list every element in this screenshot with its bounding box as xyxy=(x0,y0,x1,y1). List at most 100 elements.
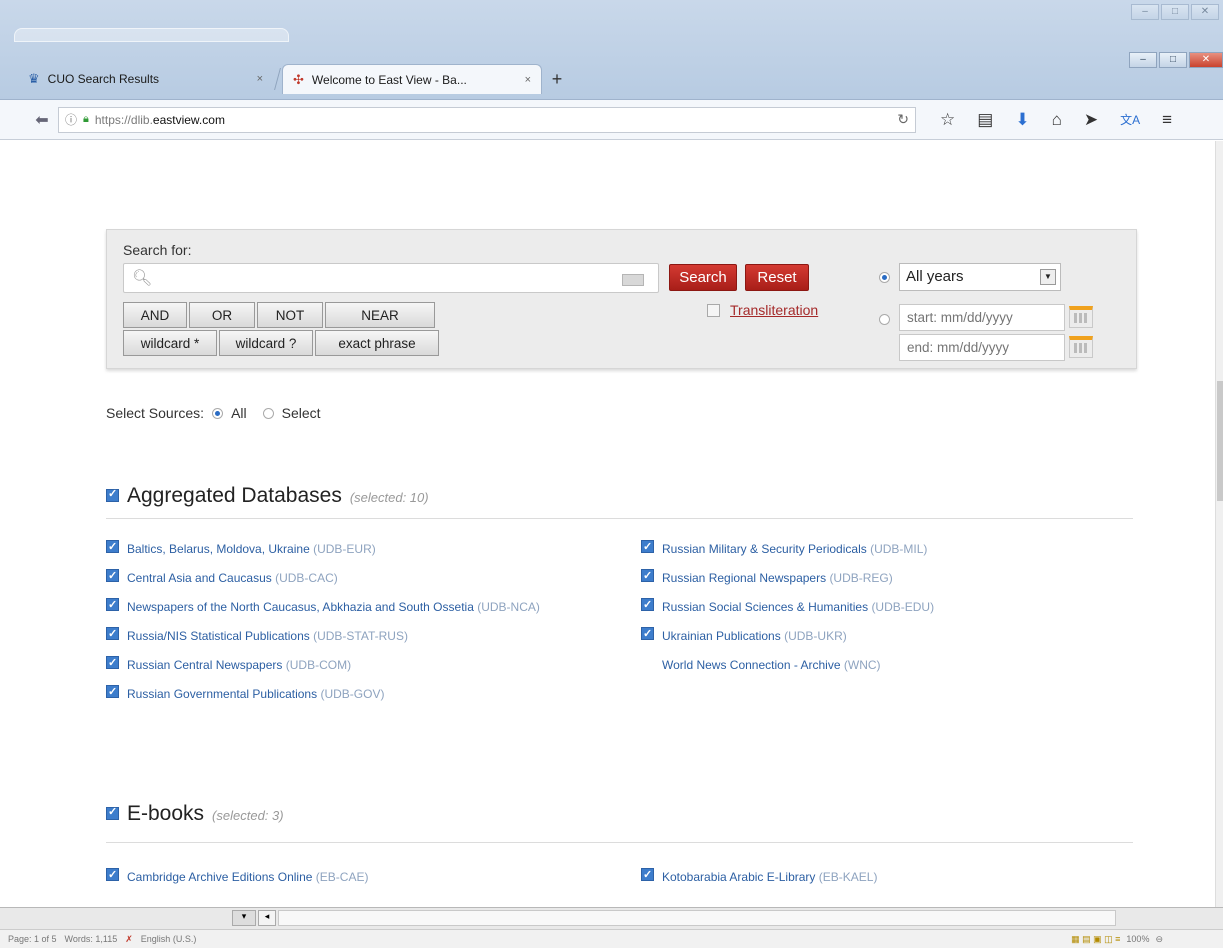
database-name[interactable]: Kotobarabia Arabic E-Library xyxy=(662,870,815,884)
not-button[interactable]: NOT xyxy=(257,302,323,328)
database-item[interactable]: Baltics, Belarus, Moldova, Ukraine (UDB-… xyxy=(106,538,576,558)
database-name[interactable]: Russia/NIS Statistical Publications xyxy=(127,629,310,643)
database-checkbox[interactable] xyxy=(641,625,654,643)
transliteration-option[interactable]: Transliteration xyxy=(707,302,818,318)
database-checkbox[interactable] xyxy=(641,567,654,585)
all-years-radio[interactable] xyxy=(879,272,890,283)
database-checkbox[interactable] xyxy=(641,866,654,884)
virtual-keyboard-icon[interactable] xyxy=(622,274,644,286)
minimize-button[interactable]: – xyxy=(1129,52,1157,68)
calendar-icon[interactable] xyxy=(1069,306,1093,328)
close-window-button[interactable]: ✕ xyxy=(1189,52,1223,68)
background-window-tab xyxy=(14,28,289,42)
database-name[interactable]: Russian Governmental Publications xyxy=(127,687,317,701)
database-item[interactable]: Kotobarabia Arabic E-Library (EB-KAEL) xyxy=(641,866,1111,886)
maximize-button[interactable]: □ xyxy=(1159,52,1187,68)
database-item[interactable]: Russian Central Newspapers (UDB-COM) xyxy=(106,654,576,674)
database-item[interactable]: Russian Regional Newspapers (UDB-REG) xyxy=(641,567,1111,587)
reading-list-icon[interactable]: ▤ xyxy=(977,110,993,130)
send-icon[interactable]: ➤ xyxy=(1084,110,1098,130)
new-tab-button[interactable]: + xyxy=(542,64,572,94)
database-code: (WNC) xyxy=(843,658,881,672)
and-button[interactable]: AND xyxy=(123,302,187,328)
database-checkbox[interactable] xyxy=(106,683,119,701)
database-item[interactable]: Ukrainian Publications (UDB-UKR) xyxy=(641,625,1111,645)
zoom-out-button[interactable]: ⊖ xyxy=(1155,934,1163,945)
section-checkbox[interactable] xyxy=(106,805,119,820)
database-checkbox[interactable] xyxy=(106,866,119,884)
database-name[interactable]: Newspapers of the North Caucasus, Abkhaz… xyxy=(127,600,474,614)
database-name[interactable]: Cambridge Archive Editions Online xyxy=(127,870,312,884)
vertical-scrollbar[interactable] xyxy=(1215,141,1223,907)
download-icon[interactable]: ⬇ xyxy=(1015,110,1029,130)
near-button[interactable]: NEAR xyxy=(325,302,435,328)
wildcard-question-button[interactable]: wildcard ? xyxy=(219,330,313,356)
database-name[interactable]: Russian Social Sciences & Humanities xyxy=(662,600,868,614)
end-date-input[interactable] xyxy=(899,334,1065,361)
database-name[interactable]: Russian Regional Newspapers xyxy=(662,571,826,585)
database-name[interactable]: Ukrainian Publications xyxy=(662,629,781,643)
start-date-input[interactable] xyxy=(899,304,1065,331)
sources-select-radio[interactable] xyxy=(262,407,274,419)
wildcard-star-button[interactable]: wildcard * xyxy=(123,330,217,356)
database-checkbox[interactable] xyxy=(106,654,119,672)
database-item[interactable]: Newspapers of the North Caucasus, Abkhaz… xyxy=(106,596,546,616)
database-item[interactable]: Russian Governmental Publications (UDB-G… xyxy=(106,683,576,703)
database-checkbox[interactable] xyxy=(106,567,119,585)
view-icons[interactable]: ▦ ▤ ▣ ◫ ≡ xyxy=(1071,934,1120,945)
database-code: (EB-CAE) xyxy=(315,870,369,884)
scroll-left-icon[interactable]: ◂ xyxy=(258,910,276,926)
database-name[interactable]: Russian Military & Security Periodicals xyxy=(662,542,867,556)
database-checkbox[interactable] xyxy=(106,596,119,614)
back-arrow-icon[interactable]: ⬅ xyxy=(30,108,54,132)
database-name[interactable]: World News Connection - Archive xyxy=(662,658,841,672)
tab-close-button[interactable]: × xyxy=(525,74,531,86)
database-checkbox[interactable] xyxy=(106,538,119,556)
database-item[interactable]: Russian Military & Security Periodicals … xyxy=(641,538,1111,558)
transliteration-checkbox[interactable] xyxy=(707,303,720,317)
exact-phrase-button[interactable]: exact phrase xyxy=(315,330,439,356)
section-checkbox[interactable] xyxy=(106,487,119,502)
search-button[interactable]: Search xyxy=(669,264,737,291)
transliteration-link[interactable]: Transliteration xyxy=(730,302,818,318)
database-code: (UDB-MIL) xyxy=(870,542,928,556)
tab-east-view[interactable]: ✣ Welcome to East View - Ba... × xyxy=(282,64,542,94)
section-title: E-books xyxy=(127,802,205,825)
scroll-split-button[interactable]: ▾ xyxy=(232,910,256,926)
database-item[interactable]: Cambridge Archive Editions Online (EB-CA… xyxy=(106,866,576,886)
ebooks-left-column: Cambridge Archive Editions Online (EB-CA… xyxy=(106,866,576,897)
search-input[interactable]: 🔍︎ xyxy=(123,263,659,293)
database-name[interactable]: Russian Central Newspapers xyxy=(127,658,282,672)
database-checkbox[interactable] xyxy=(106,625,119,643)
scroll-track[interactable] xyxy=(278,910,1116,926)
bookmark-star-icon[interactable]: ☆ xyxy=(940,110,955,130)
tab-cuo-search-results[interactable]: ♛ CUO Search Results × xyxy=(18,64,273,94)
tab-bar: ♛ CUO Search Results × ✣ Welcome to East… xyxy=(18,62,572,94)
aggregated-right-column: Russian Military & Security Periodicals … xyxy=(641,538,1111,685)
reset-button[interactable]: Reset xyxy=(745,264,809,291)
database-checkbox[interactable] xyxy=(641,538,654,556)
reload-icon[interactable]: ↻ xyxy=(897,111,909,128)
info-icon[interactable]: ⓘ xyxy=(65,111,77,128)
database-name[interactable]: Central Asia and Caucasus xyxy=(127,571,272,585)
horizontal-scrollbar[interactable]: ▾ ◂ xyxy=(0,907,1223,929)
database-name[interactable]: Baltics, Belarus, Moldova, Ukraine xyxy=(127,542,310,556)
or-button[interactable]: OR xyxy=(189,302,255,328)
translate-icon[interactable]: 文A xyxy=(1120,111,1140,128)
date-range-radio[interactable] xyxy=(879,314,890,325)
scrollbar-thumb[interactable] xyxy=(1217,381,1223,501)
search-label: Search for: xyxy=(123,242,192,258)
status-bar: Page: 1 of 5 Words: 1,115 ✗ English (U.S… xyxy=(0,929,1223,948)
database-item[interactable]: Russia/NIS Statistical Publications (UDB… xyxy=(106,625,576,645)
database-item[interactable]: Central Asia and Caucasus (UDB-CAC) xyxy=(106,567,576,587)
home-icon[interactable]: ⌂ xyxy=(1052,110,1062,130)
years-select[interactable]: All years ▼ xyxy=(899,263,1061,291)
database-item[interactable]: World News Connection - Archive (WNC) xyxy=(641,656,1111,674)
sources-all-radio[interactable] xyxy=(212,407,224,419)
menu-icon[interactable]: ≡ xyxy=(1162,110,1172,130)
url-bar[interactable]: ⓘ 🔒︎ https://dlib.eastview.com ↻ xyxy=(58,106,916,133)
tab-close-button[interactable]: × xyxy=(257,73,263,85)
calendar-icon[interactable] xyxy=(1069,336,1093,358)
database-item[interactable]: Russian Social Sciences & Humanities (UD… xyxy=(641,596,1111,616)
database-checkbox[interactable] xyxy=(641,596,654,614)
